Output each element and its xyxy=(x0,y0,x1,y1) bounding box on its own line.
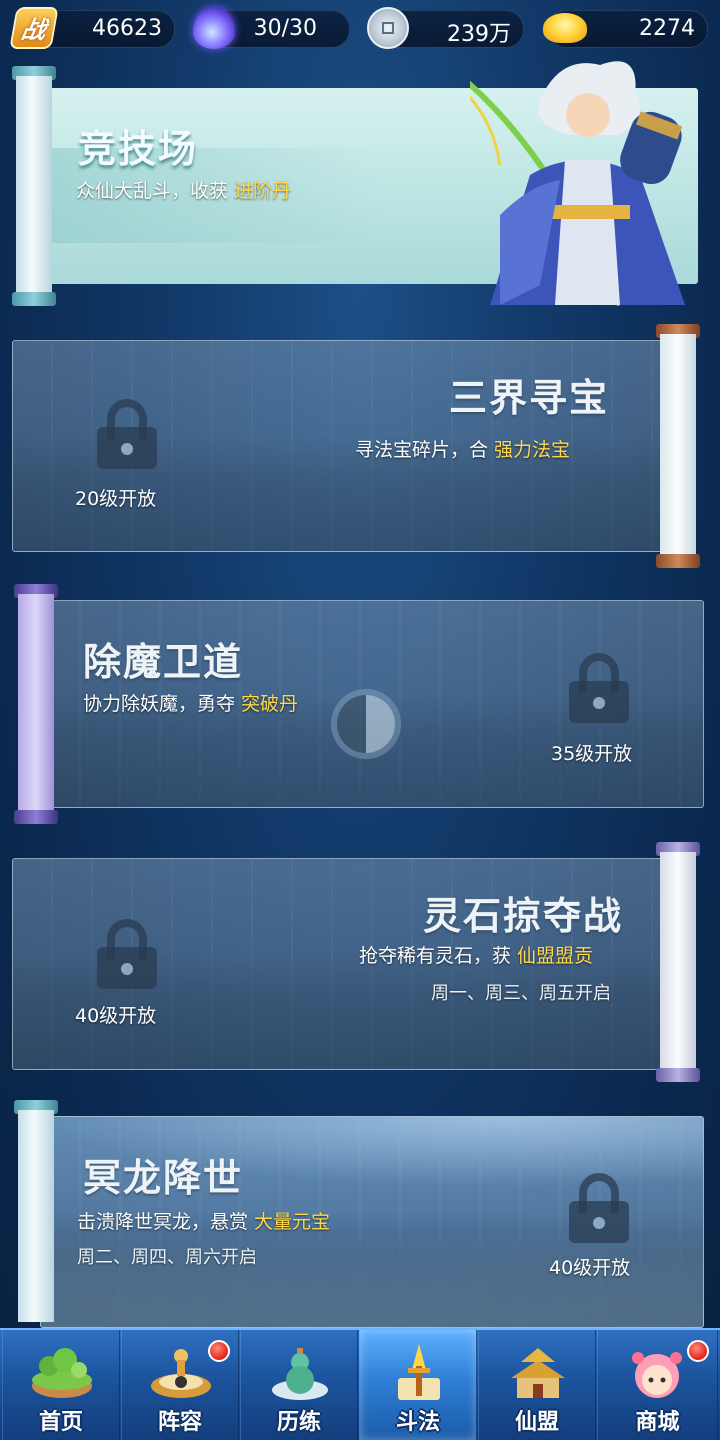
spirit-scroll-rod xyxy=(656,842,700,1082)
formation-icon xyxy=(151,1349,211,1398)
treasure-scroll-rod xyxy=(656,324,700,568)
treasure-unlock-level: 20级开放 xyxy=(75,488,157,510)
nav-tab-duel[interactable]: 斗法 xyxy=(359,1330,477,1440)
treasure-hunt-card[interactable]: 三界寻宝 寻法宝碎片，合 强力法宝 20级开放 xyxy=(12,340,684,552)
nav-label-shop: 商城 xyxy=(635,1410,680,1435)
nav-label-duel: 斗法 xyxy=(395,1410,440,1435)
nav-label-alliance: 仙盟 xyxy=(514,1410,559,1435)
nav-tab-shop[interactable]: 商城 xyxy=(597,1330,718,1440)
notification-badge xyxy=(687,1340,709,1362)
nav-label-training: 历练 xyxy=(276,1410,321,1435)
island-icon xyxy=(32,1348,92,1398)
gold-value: 2274 xyxy=(639,16,695,41)
gourd-icon xyxy=(272,1348,328,1400)
spirit-unlock-level: 40级开放 xyxy=(75,1005,157,1027)
power-counter: 战 46623 xyxy=(9,7,175,49)
dragon-title: 冥龙降世 xyxy=(83,1156,244,1200)
dragon-unlock-level: 40级开放 xyxy=(549,1257,631,1279)
treasure-desc: 寻法宝碎片，合 强力法宝 xyxy=(355,439,571,461)
spirit-schedule: 周一、周三、周五开启 xyxy=(431,983,611,1004)
demon-title: 除魔卫道 xyxy=(83,640,244,684)
treasure-title: 三界寻宝 xyxy=(449,376,610,420)
coin-counter[interactable]: 239万 xyxy=(367,7,524,49)
spirit-stone-card[interactable]: 灵石掠夺战 抢夺稀有灵石，获 仙盟盟贡 周一、周三、周五开启 40级开放 xyxy=(12,858,684,1070)
nav-label-formation: 阵容 xyxy=(157,1410,202,1435)
dragon-scroll-rod xyxy=(14,1100,58,1332)
nav-tab-alliance[interactable]: 仙盟 xyxy=(478,1330,596,1440)
yin-yang-icon xyxy=(337,695,395,753)
lock-icon xyxy=(97,399,157,469)
nav-label-home: 首页 xyxy=(38,1410,83,1435)
resource-bar: 战 46623 30/30 239万 2274 xyxy=(0,0,720,56)
dragon-card[interactable]: 冥龙降世 击溃降世冥龙，悬赏 大量元宝 周二、周四、周六开启 40级开放 xyxy=(40,1116,704,1328)
bottom-nav: 首页 阵容 历练 斗法 仙盟 商城 xyxy=(0,1328,720,1440)
demon-unlock-level: 35级开放 xyxy=(551,743,633,765)
coin-value: 239万 xyxy=(447,22,511,47)
energy-counter[interactable]: 30/30 xyxy=(193,7,350,49)
arena-desc: 众仙大乱斗，收获 进阶丹 xyxy=(76,180,292,202)
power-value: 46623 xyxy=(92,16,162,41)
arena-scroll-rod xyxy=(12,66,56,306)
lock-icon xyxy=(97,919,157,989)
arena-title: 竞技场 xyxy=(78,127,199,171)
demon-scroll-rod xyxy=(14,584,58,824)
shop-girl-icon xyxy=(632,1352,682,1398)
nav-tab-training[interactable]: 历练 xyxy=(240,1330,358,1440)
dragon-desc: 击溃降世冥龙，悬赏 大量元宝 xyxy=(77,1211,331,1233)
nav-tab-home[interactable]: 首页 xyxy=(2,1330,120,1440)
lock-icon xyxy=(569,1173,629,1243)
copper-coin-icon xyxy=(367,7,409,49)
palace-icon xyxy=(511,1348,565,1398)
gold-ingot-icon xyxy=(543,13,587,43)
dragon-schedule: 周二、周四、周六开启 xyxy=(77,1247,257,1268)
gold-counter[interactable]: 2274 xyxy=(543,10,708,48)
demon-desc: 协力除妖魔，勇夺 突破丹 xyxy=(83,693,299,715)
notification-badge xyxy=(208,1340,230,1362)
lock-icon xyxy=(569,653,629,723)
spirit-title: 灵石掠夺战 xyxy=(423,894,624,938)
energy-flame-icon xyxy=(193,7,235,49)
demon-slaying-card[interactable]: 除魔卫道 协力除妖魔，勇夺 突破丹 35级开放 xyxy=(40,600,704,808)
spirit-desc: 抢夺稀有灵石，获 仙盟盟贡 xyxy=(359,945,594,967)
arena-hero-character xyxy=(470,61,685,307)
nav-tab-formation[interactable]: 阵容 xyxy=(121,1330,239,1440)
energy-value: 30/30 xyxy=(253,16,317,41)
duel-icon xyxy=(398,1344,440,1400)
power-icon: 战 xyxy=(9,7,59,49)
